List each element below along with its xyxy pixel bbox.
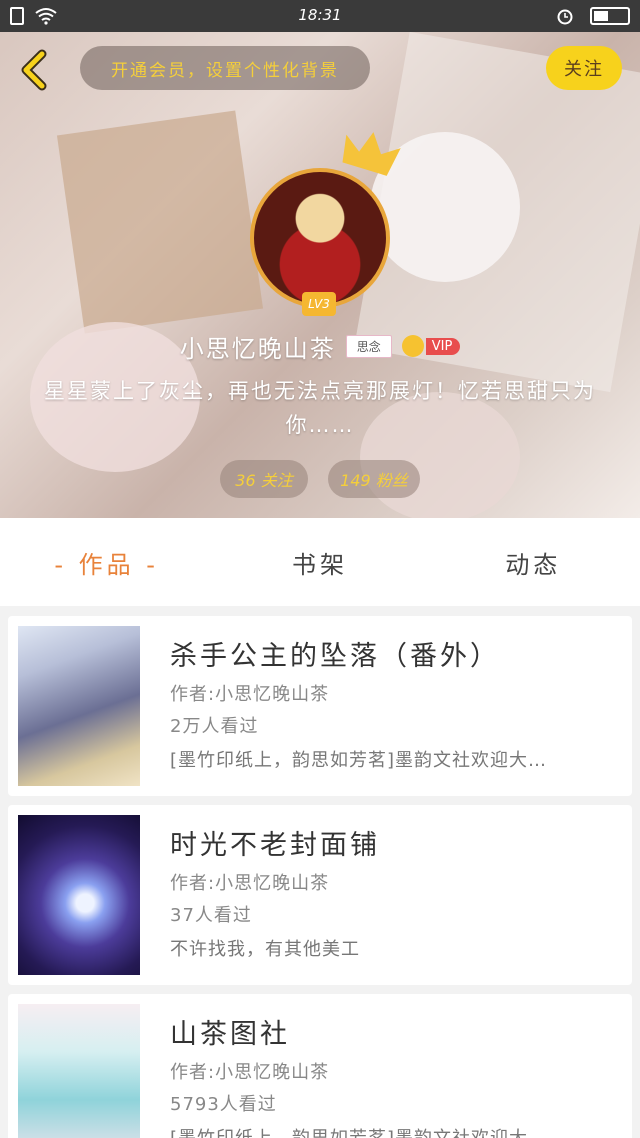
- follow-button[interactable]: 关注: [546, 46, 622, 90]
- user-name: 小思忆晚山茶: [179, 334, 336, 363]
- work-author: 作者:小思忆晚山茶: [170, 684, 330, 705]
- profile-header: 开通会员，设置个性化背景 关注 LV3 小思忆晚山茶 思念 VIP 星星蒙上了灰…: [0, 32, 640, 518]
- work-author: 作者:小思忆晚山茶: [170, 1062, 330, 1083]
- work-views: 37人看过: [170, 905, 252, 926]
- profile-tabs: - 作品 - 书架 动态: [0, 518, 640, 606]
- book-cover: [18, 1004, 140, 1138]
- tab-bookshelf[interactable]: 书架: [213, 518, 426, 606]
- work-description: [墨竹印纸上，韵思如芳茗]墨韵文社欢迎大…: [170, 1124, 610, 1138]
- fans-count-button[interactable]: 149 粉丝: [328, 460, 420, 498]
- work-author: 作者:小思忆晚山茶: [170, 873, 330, 894]
- member-background-button[interactable]: 开通会员，设置个性化背景: [80, 46, 370, 90]
- vip-label: VIP: [425, 337, 461, 355]
- alarm-icon: [557, 9, 573, 25]
- work-views: 2万人看过: [170, 716, 259, 737]
- list-item[interactable]: 山茶图社 作者:小思忆晚山茶 5793人看过 [墨竹印纸上，韵思如芳茗]墨韵文社…: [8, 994, 632, 1138]
- works-list: 杀手公主的坠落（番外） 作者:小思忆晚山茶 2万人看过 [墨竹印纸上，韵思如芳茗…: [0, 606, 640, 1138]
- status-bar: 18:31: [0, 0, 640, 32]
- background-decoration: [56, 110, 264, 334]
- list-item[interactable]: 杀手公主的坠落（番外） 作者:小思忆晚山茶 2万人看过 [墨竹印纸上，韵思如芳茗…: [8, 616, 632, 796]
- book-cover: [18, 626, 140, 786]
- battery-icon: [590, 7, 630, 25]
- list-item[interactable]: 时光不老封面铺 作者:小思忆晚山茶 37人看过 不许找我，有其他美工: [8, 805, 632, 985]
- name-row: 小思忆晚山茶 思念 VIP: [0, 326, 640, 366]
- tab-works[interactable]: - 作品 -: [0, 518, 213, 606]
- back-button[interactable]: [14, 48, 54, 92]
- work-title: 山茶图社: [170, 1019, 290, 1050]
- work-title: 杀手公主的坠落（番外）: [170, 641, 500, 672]
- level-badge: LV3: [302, 292, 336, 316]
- work-views: 5793人看过: [170, 1094, 277, 1115]
- avatar[interactable]: [250, 168, 390, 308]
- vip-crown-icon: [401, 335, 424, 357]
- vip-badge: VIP: [401, 335, 461, 357]
- following-count-button[interactable]: 36 关注: [220, 460, 308, 498]
- battery-level: [594, 11, 608, 21]
- tab-activity[interactable]: 动态: [427, 518, 640, 606]
- user-bio: 星星蒙上了灰尘，再也无法点亮那展灯！忆若思甜只为你……: [44, 379, 596, 437]
- name-tag: 思念: [345, 334, 392, 358]
- work-description: [墨竹印纸上，韵思如芳茗]墨韵文社欢迎大…: [170, 750, 548, 771]
- work-title: 时光不老封面铺: [170, 830, 380, 861]
- avatar-image: [250, 168, 390, 308]
- book-cover: [18, 815, 140, 975]
- status-time: 18:31: [298, 6, 342, 24]
- work-description: 不许找我，有其他美工: [170, 939, 360, 960]
